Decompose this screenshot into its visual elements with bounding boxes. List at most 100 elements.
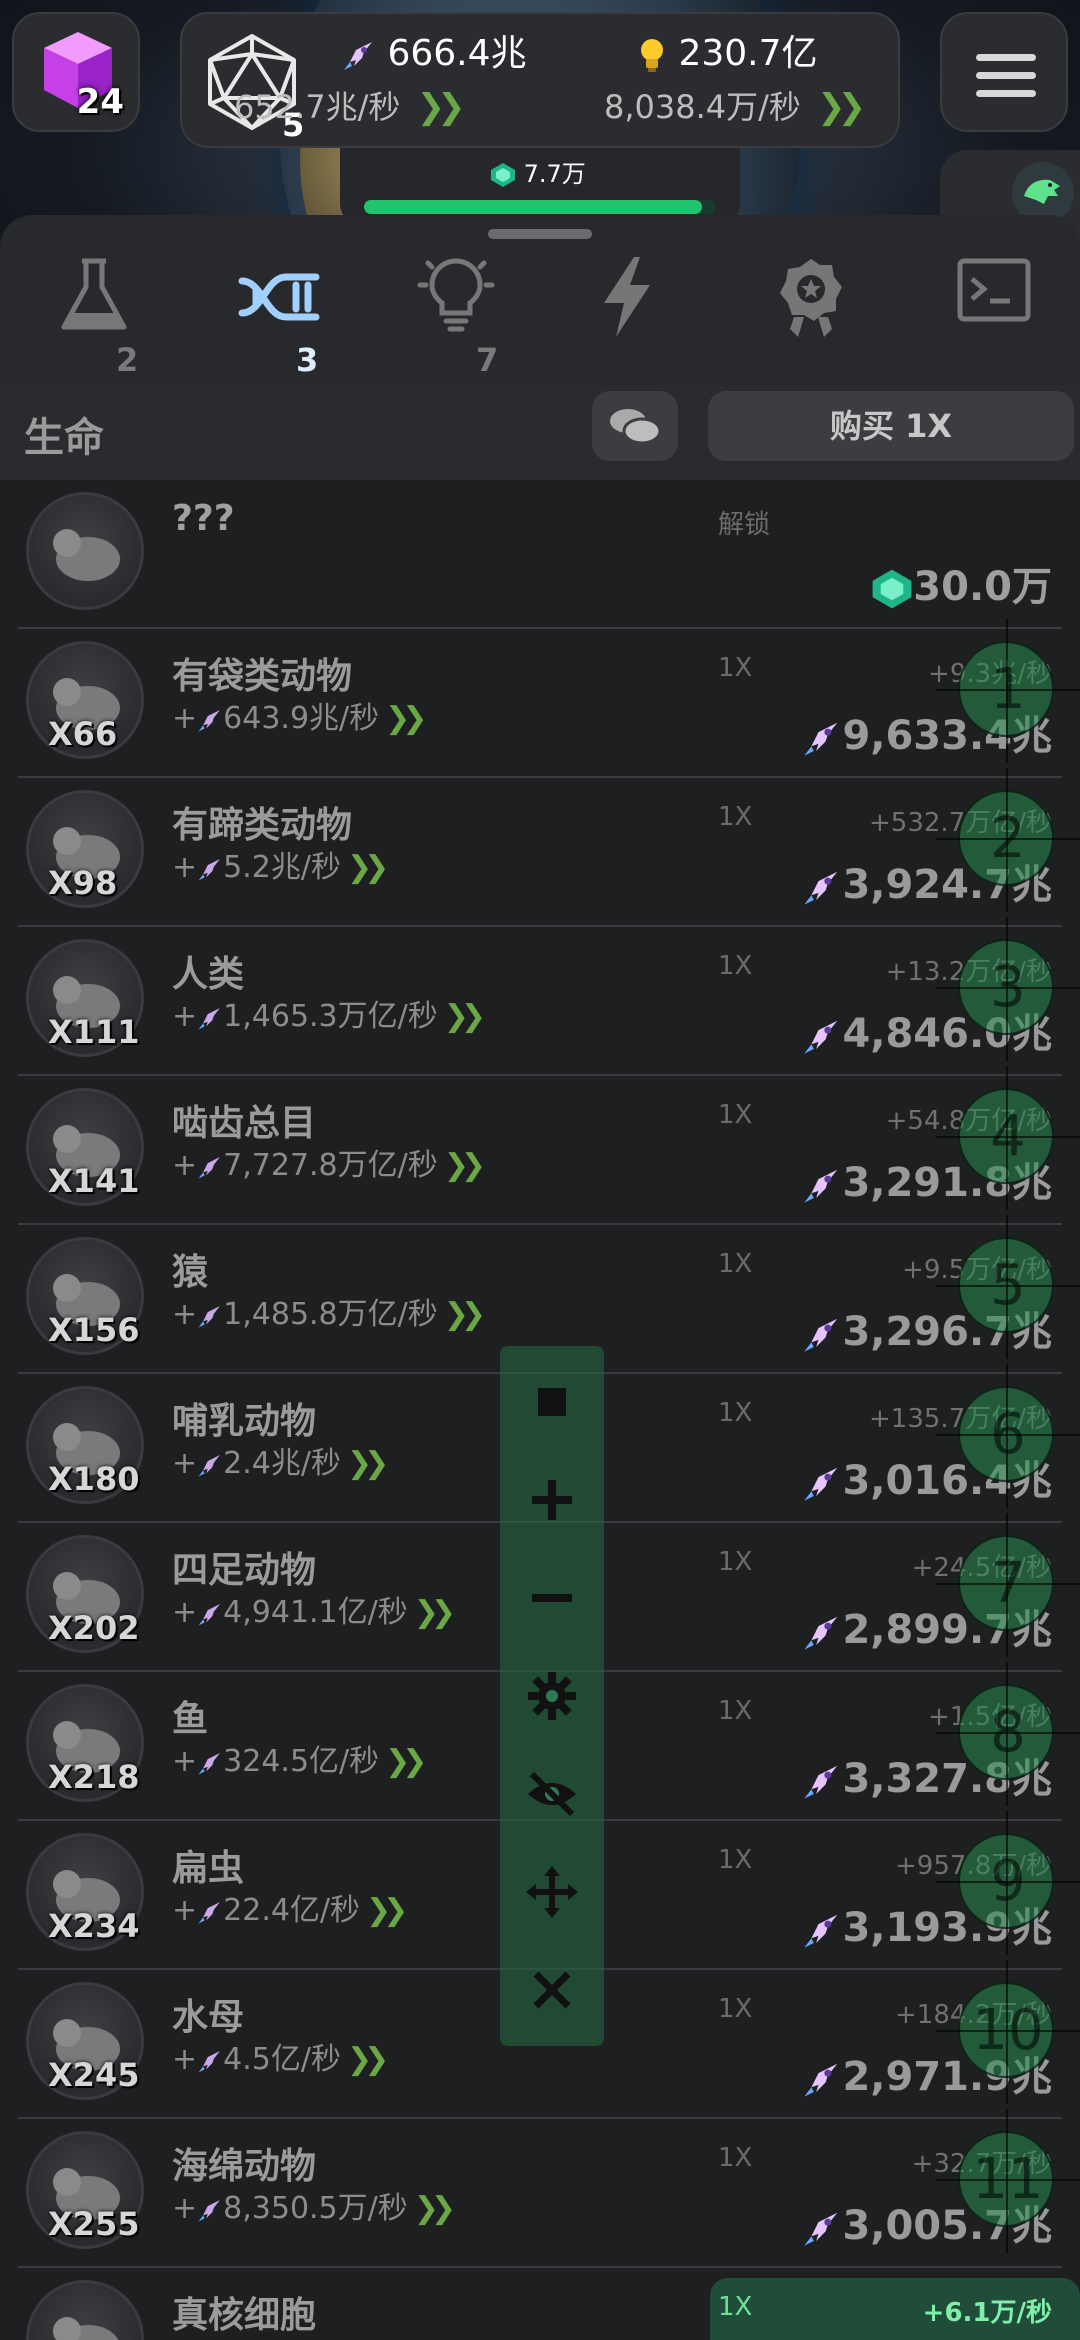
move-icon[interactable] [524, 1864, 580, 1920]
plus-icon[interactable] [524, 1472, 580, 1528]
creature-quantity: X98 [48, 864, 118, 902]
tap-target-marker: 1 [936, 619, 1080, 763]
chevron-double-icon: ❯❯ [443, 1297, 486, 1332]
tab-energy[interactable] [586, 255, 726, 375]
buy-multiplier: 1X [718, 1994, 753, 2024]
creature-name: 有蹄类动物 [172, 805, 353, 846]
creature-quantity: X255 [48, 2205, 140, 2243]
buy-price[interactable]: 30.0万 [871, 554, 1052, 612]
creature-rate: 5.2兆/秒 [223, 850, 341, 885]
menu-button[interactable] [940, 12, 1068, 132]
flask-icon [61, 258, 127, 330]
creature-name: 猿 [172, 1252, 209, 1293]
creature-quantity: X245 [48, 2056, 140, 2094]
tab-count: 2 [116, 341, 139, 379]
buy-price-value: 30.0万 [913, 564, 1052, 610]
stop-icon[interactable] [524, 1374, 580, 1430]
minus-icon[interactable] [524, 1570, 580, 1626]
creature-name: 鱼 [172, 1699, 209, 1740]
creature-quantity: X156 [48, 1311, 140, 1349]
tab-achievements[interactable] [766, 255, 906, 375]
creature-quantity: X202 [48, 1609, 140, 1647]
eye-off-icon[interactable] [524, 1766, 580, 1822]
creature-rate: 22.4亿/秒 [223, 1893, 361, 1928]
close-icon[interactable] [524, 1962, 580, 2018]
creature-avatar [26, 2280, 144, 2340]
creature-rate-row: +8,350.5万/秒 ❯❯ [172, 2191, 456, 2226]
gear-icon[interactable] [524, 1668, 580, 1724]
creature-name: 有袋类动物 [172, 656, 353, 697]
creature-rate-row: +1,516.6万/秒❯❯ [172, 2332, 448, 2340]
rocket-icon [804, 1169, 838, 1203]
rocket-icon [804, 1765, 838, 1799]
buy-multiplier: 1X [718, 1398, 753, 1428]
buy-multiplier: 1X [718, 1547, 753, 1577]
gem-progress-label: 7.7万 [490, 154, 586, 189]
list-item[interactable]: 真核细胞+1,516.6万/秒❯❯ 1X +6.1万/秒 [18, 2268, 1080, 2340]
tap-target-marker: 9 [936, 1811, 1080, 1955]
menu-icon-line [976, 54, 1036, 61]
coins-icon [610, 409, 662, 445]
creature-name: 四足动物 [172, 1550, 317, 1591]
lightning-icon [604, 257, 650, 337]
creature-rate: 4.5亿/秒 [223, 2042, 341, 2077]
tap-target-number: 5 [990, 1253, 1026, 1318]
buy-multiplier: 解锁 [718, 510, 771, 540]
menu-icon-line [976, 72, 1036, 79]
creature-name: 海绵动物 [172, 2146, 317, 2187]
tap-target-marker: 5 [936, 1215, 1080, 1359]
list-item[interactable]: X255海绵动物+8,350.5万/秒❯❯1X+32.7万/秒3,005.7兆1… [18, 2109, 1080, 2268]
rocket-icon [804, 1467, 838, 1501]
cube-button[interactable]: 24 [12, 12, 140, 132]
resource-panel[interactable]: 5 666.4兆 652.7兆/秒 ❯❯ 230.7亿 8,038.4万/秒 ❯… [180, 12, 900, 148]
gem-icon [872, 569, 912, 609]
tap-target-marker: 4 [936, 1066, 1080, 1210]
creature-rate: 1,485.8万亿/秒 [223, 1297, 438, 1332]
creature-quantity: X66 [48, 715, 118, 753]
creature-rate-row: +4.5亿/秒 ❯❯ [172, 2042, 389, 2077]
creature-name: ??? [172, 498, 235, 539]
chevron-double-icon: ❯❯ [366, 1893, 408, 1928]
list-item[interactable]: X111人类+1,465.3万亿/秒❯❯1X+13.2万亿/秒4,846.0兆3 [18, 917, 1080, 1076]
list-item[interactable]: X66有袋类动物+643.9兆/秒❯❯1X+9.3兆/秒9,633.4兆1 [18, 619, 1080, 778]
list-item[interactable]: X141啮齿总目+7,727.8万亿/秒❯❯1X+54.8万亿/秒3,291.8… [18, 1066, 1080, 1225]
rocket-resource: 666.4兆 [342, 24, 527, 76]
creature-quantity: X141 [48, 1162, 140, 1200]
buy-multiplier: 1X [718, 1100, 753, 1130]
creature-quantity: X218 [48, 1758, 140, 1796]
gem-icon [491, 163, 515, 187]
tap-target-number: 2 [990, 806, 1026, 871]
floating-toolbar [500, 1346, 604, 2046]
chevron-double-icon: ❯❯ [385, 701, 427, 736]
creature-quantity: X180 [48, 1460, 140, 1498]
buy-multiplier: 1X [718, 2143, 753, 2173]
gem-progress: 7.7万 [340, 148, 740, 224]
tab-console[interactable] [946, 255, 1080, 375]
creature-rate: 324.5亿/秒 [223, 1744, 380, 1779]
tap-target-marker: 10 [936, 1960, 1080, 2104]
rocket-icon [198, 1156, 221, 1178]
tap-target-number: 11 [972, 2147, 1044, 2212]
tab-life[interactable]: 3 [226, 255, 366, 379]
creature-rate-row: +5.2兆/秒 ❯❯ [172, 850, 389, 885]
tap-target-number: 6 [990, 1402, 1026, 1467]
tap-target-number: 10 [972, 1998, 1044, 2063]
creature-rate: 4,941.1亿/秒 [223, 1595, 408, 1630]
rocket-rate-row: 652.7兆/秒 ❯❯ [234, 82, 466, 128]
idea-rate-row: 8,038.4万/秒 ❯❯ [604, 82, 866, 128]
creature-rate-row: +4,941.1亿/秒 ❯❯ [172, 1595, 456, 1630]
rocket-icon [198, 1007, 221, 1029]
rocket-icon [804, 1616, 838, 1650]
list-item[interactable]: X98有蹄类动物+5.2兆/秒❯❯1X+532.7万亿/秒3,924.7兆2 [18, 768, 1080, 927]
currency-toggle-button[interactable] [592, 391, 678, 461]
drag-handle[interactable] [488, 229, 592, 239]
tab-science[interactable]: 2 [46, 255, 186, 379]
tap-target-number: 4 [990, 1104, 1026, 1169]
buy-amount-button[interactable]: 购买 1X [708, 391, 1074, 461]
medal-icon [780, 259, 842, 337]
list-item[interactable]: ??? 解锁 30.0万 [18, 480, 1062, 629]
rocket-icon [804, 2212, 838, 2246]
tab-ideas[interactable]: 7 [406, 255, 546, 379]
tap-target-number: 1 [990, 657, 1026, 722]
creature-rate: 1,465.3万亿/秒 [223, 999, 438, 1034]
